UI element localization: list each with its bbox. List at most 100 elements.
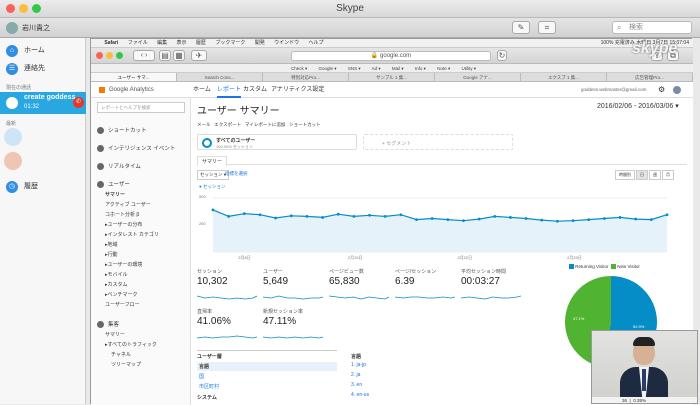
menu-history[interactable]: 履歴 [196,39,206,48]
ga-sub-item[interactable]: コホート分析 β [105,211,139,218]
safari-minimize-button[interactable] [106,52,113,59]
settings-icon[interactable]: ⚙ [658,82,665,98]
menu-bookmarks[interactable]: ブックマーク [215,39,245,48]
ga-sub-item[interactable]: ツリーマップ [111,361,141,368]
video-self-view[interactable]: 36 | 0.35% [591,330,698,404]
granularity-hour[interactable]: 時間別 [615,170,635,180]
granularity-month[interactable]: 月 [662,170,674,180]
data-point[interactable] [211,208,215,212]
bookmark-item[interactable]: Google ▾ [319,66,337,71]
profile-avatar[interactable] [673,86,681,94]
data-point[interactable] [602,217,606,220]
reload-icon[interactable]: ↻ [497,50,507,61]
ga-sub-item[interactable]: ▸ベンチマーク [105,291,138,298]
data-point[interactable] [477,217,481,221]
data-point[interactable] [399,213,403,217]
data-point[interactable] [634,217,638,221]
bookmark-item[interactable]: Check ▾ [291,66,307,71]
ga-sub-item[interactable]: ▸ユーザーの環境 [105,261,142,268]
top-sites-icon[interactable]: ▦ [173,50,185,61]
ga-sub-item[interactable]: ▸インタレスト カテゴリ [105,231,159,238]
add-segment-button[interactable]: + セグメント [363,134,513,150]
ga-sub-item[interactable]: ユーザーフロー [105,301,140,308]
ga-nav-audience[interactable]: ユーザー [97,180,130,189]
ga-nav-custom[interactable]: カスタム [243,82,267,98]
sidebar-item-home[interactable]: ⌂ ホーム [0,42,86,60]
demographics-row-city[interactable]: 市区町村 [199,383,219,390]
extension-icon[interactable]: ✈ [191,50,207,61]
language-row[interactable]: 1. ja-jp [351,362,366,368]
data-point[interactable] [524,217,528,220]
ga-sub-item[interactable]: ▸ユーザーの分布 [105,221,142,228]
ga-account[interactable]: goddess.webmaster@gmail.com [581,82,646,98]
data-point[interactable] [493,214,497,218]
data-point[interactable] [571,219,575,223]
menu-help[interactable]: ヘルプ [309,39,324,48]
menu-window[interactable]: ウインドウ [274,39,299,48]
ga-nav-home[interactable]: ホーム [193,82,211,98]
demographics-row-country[interactable]: 国 [199,373,204,380]
bookmark-item[interactable]: SNS ▾ [348,66,361,71]
demographics-row-language[interactable]: 言語 [197,362,337,371]
bookmark-item[interactable]: Ad ▾ [372,66,381,71]
recent-contact-avatar-2[interactable] [4,152,22,170]
data-point[interactable] [274,216,278,220]
data-point[interactable] [665,213,669,217]
compose-icon[interactable]: ✎ [512,21,530,34]
bookmark-item[interactable]: Utility ▾ [461,66,476,71]
ga-sub-item[interactable]: ▸カスタム [105,281,128,288]
data-point[interactable] [415,218,418,221]
browser-tab[interactable]: ユーザー サマ... [91,73,177,81]
safari-close-button[interactable] [96,52,103,59]
email-action[interactable]: メール [197,122,211,127]
data-point[interactable] [352,214,356,218]
ga-sub-summary[interactable]: サマリー [105,191,125,198]
ga-nav-shortcuts[interactable]: ショートカット [97,126,147,135]
data-point[interactable] [383,214,387,218]
shortcut-action[interactable]: ショートカット [289,122,321,127]
data-point[interactable] [321,216,324,219]
data-point[interactable] [336,212,340,216]
menu-edit[interactable]: 編集 [157,39,167,48]
ga-report-search[interactable]: レポートとヘルプを検索 [97,102,185,113]
browser-tab[interactable]: Google アナ... [435,73,521,81]
ga-nav-reports[interactable]: レポート [217,82,242,98]
ga-sub-item[interactable]: チャネル [111,351,131,358]
data-point[interactable] [289,214,293,218]
language-row[interactable]: 4. en-us [351,392,369,398]
ga-sub-item[interactable]: ▸モバイル [105,271,128,278]
data-point[interactable] [305,214,309,218]
data-point[interactable] [587,218,591,221]
browser-tab[interactable]: 広告管理Pro... [607,73,693,81]
data-point[interactable] [462,219,465,223]
user-avatar[interactable] [6,22,18,34]
ga-nav-acquisition[interactable]: 集客 [97,320,119,329]
skype-search-input[interactable]: ⌕ 検索 [612,21,692,34]
menu-view[interactable]: 表示 [177,39,187,48]
data-point[interactable] [227,214,231,218]
bookmark-item[interactable]: Mail ▾ [392,66,404,71]
bookmark-item[interactable]: Note ▾ [437,66,450,71]
data-point[interactable] [509,216,512,219]
browser-tab[interactable]: 特別対応Pro... [263,73,349,81]
safari-zoom-button[interactable] [116,52,123,59]
active-call-item[interactable]: create goddess 01:32 ✆ [0,92,86,114]
data-point[interactable] [556,219,559,223]
browser-tab[interactable]: エクスプ 1 集... [521,73,607,81]
ga-sub-item[interactable]: ▸地域 [105,241,118,248]
sidebar-item-history[interactable]: ◷ 履歴 [0,178,86,196]
sidebar-item-contacts[interactable]: ☰ 連絡先 [0,60,86,78]
date-range-selector[interactable]: 2016/02/06 - 2016/03/06 ▾ [597,102,679,110]
ga-sub-item[interactable]: ▸行動 [105,251,118,258]
ga-nav-admin[interactable]: アナリティクス設定 [271,82,324,98]
browser-tab[interactable]: サンプル 1 集... [349,73,435,81]
ga-nav-realtime[interactable]: リアルタイム [97,162,141,171]
data-point[interactable] [446,218,450,221]
data-point[interactable] [430,217,434,220]
language-row[interactable]: 3. en [351,382,362,388]
data-point[interactable] [540,218,544,222]
browser-tab[interactable]: Search Cons... [177,73,263,81]
bookmark-item[interactable]: Info ▾ [415,66,426,71]
export-action[interactable]: エクスポート [214,122,241,127]
sidebar-toggle-icon[interactable]: ▤ [159,50,171,61]
